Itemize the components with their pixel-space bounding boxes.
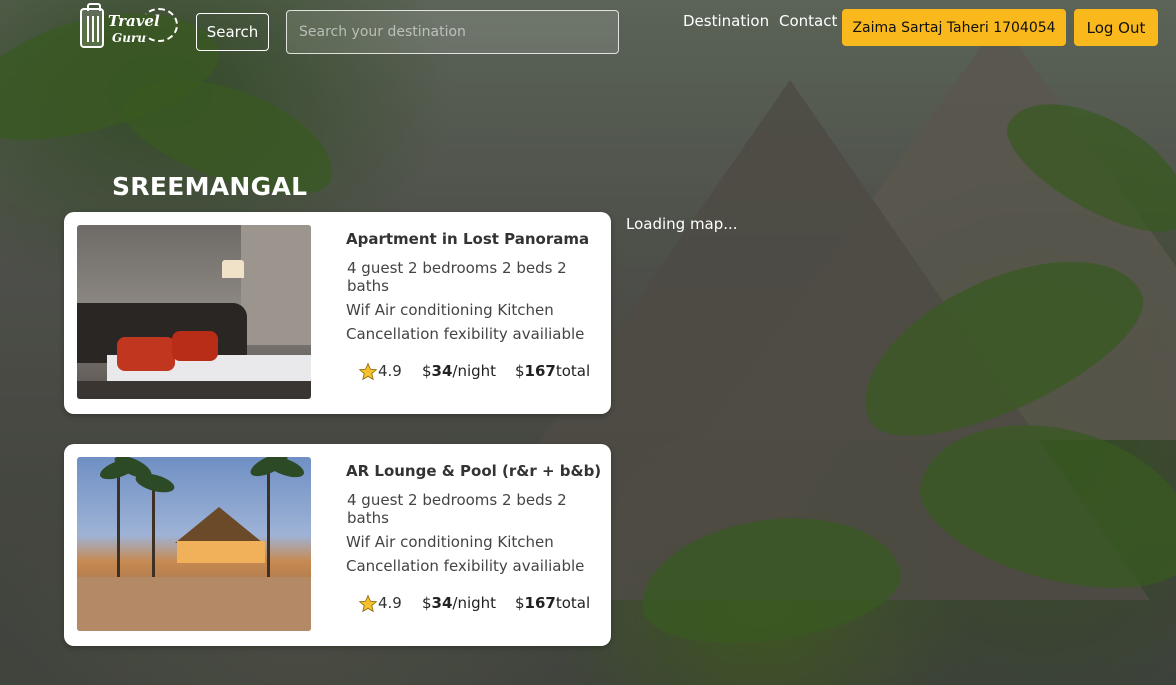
listing-image-bedroom — [77, 225, 311, 399]
listing-card[interactable]: Apartment in Lost Panorama 4 guest 2 bed… — [64, 212, 611, 414]
nav-contact-link[interactable]: Contact — [779, 12, 837, 30]
listing-amenities: Wif Air conditioning Kitchen Cancellatio… — [346, 301, 585, 343]
listing-amenities: Wif Air conditioning Kitchen Cancellatio… — [346, 533, 585, 575]
listing-title: Apartment in Lost Panorama — [346, 230, 590, 248]
logout-button[interactable]: Log Out — [1074, 9, 1158, 46]
listing-features: 4 guest 2 bedrooms 2 beds 2 baths — [347, 491, 567, 527]
top-navbar: Travel Guru Search Destination Contact Z… — [0, 0, 1176, 60]
listing-total-price: $167total — [515, 362, 591, 380]
luggage-icon — [80, 3, 104, 48]
logo-text-guru: Guru — [112, 31, 147, 45]
travel-guru-logo[interactable]: Travel Guru — [78, 3, 182, 52]
listing-features: 4 guest 2 bedrooms 2 beds 2 baths — [347, 259, 567, 295]
listing-image-beach-lounge — [77, 457, 311, 631]
map-loading-text: Loading map... — [626, 215, 738, 233]
search-input[interactable] — [286, 10, 619, 54]
search-button[interactable]: Search — [196, 13, 269, 51]
listing-card[interactable]: AR Lounge & Pool (r&r + b&b) 4 guest 2 b… — [64, 444, 611, 646]
user-profile-button[interactable]: Zaima Sartaj Taheri 1704054 — [842, 9, 1066, 46]
logo-ring — [140, 8, 178, 42]
listing-title: AR Lounge & Pool (r&r + b&b) — [346, 462, 602, 480]
listing-rating: 4.9 — [378, 362, 402, 380]
listing-rating: 4.9 — [378, 594, 402, 612]
listing-total-price: $167total — [515, 594, 591, 612]
listing-price-per-night: $34/night — [422, 362, 497, 380]
nav-destination-link[interactable]: Destination — [683, 12, 769, 30]
star-icon — [358, 362, 378, 381]
star-icon — [358, 594, 378, 613]
page-title: SREEMANGAL — [112, 172, 308, 201]
listing-price-per-night: $34/night — [422, 594, 497, 612]
